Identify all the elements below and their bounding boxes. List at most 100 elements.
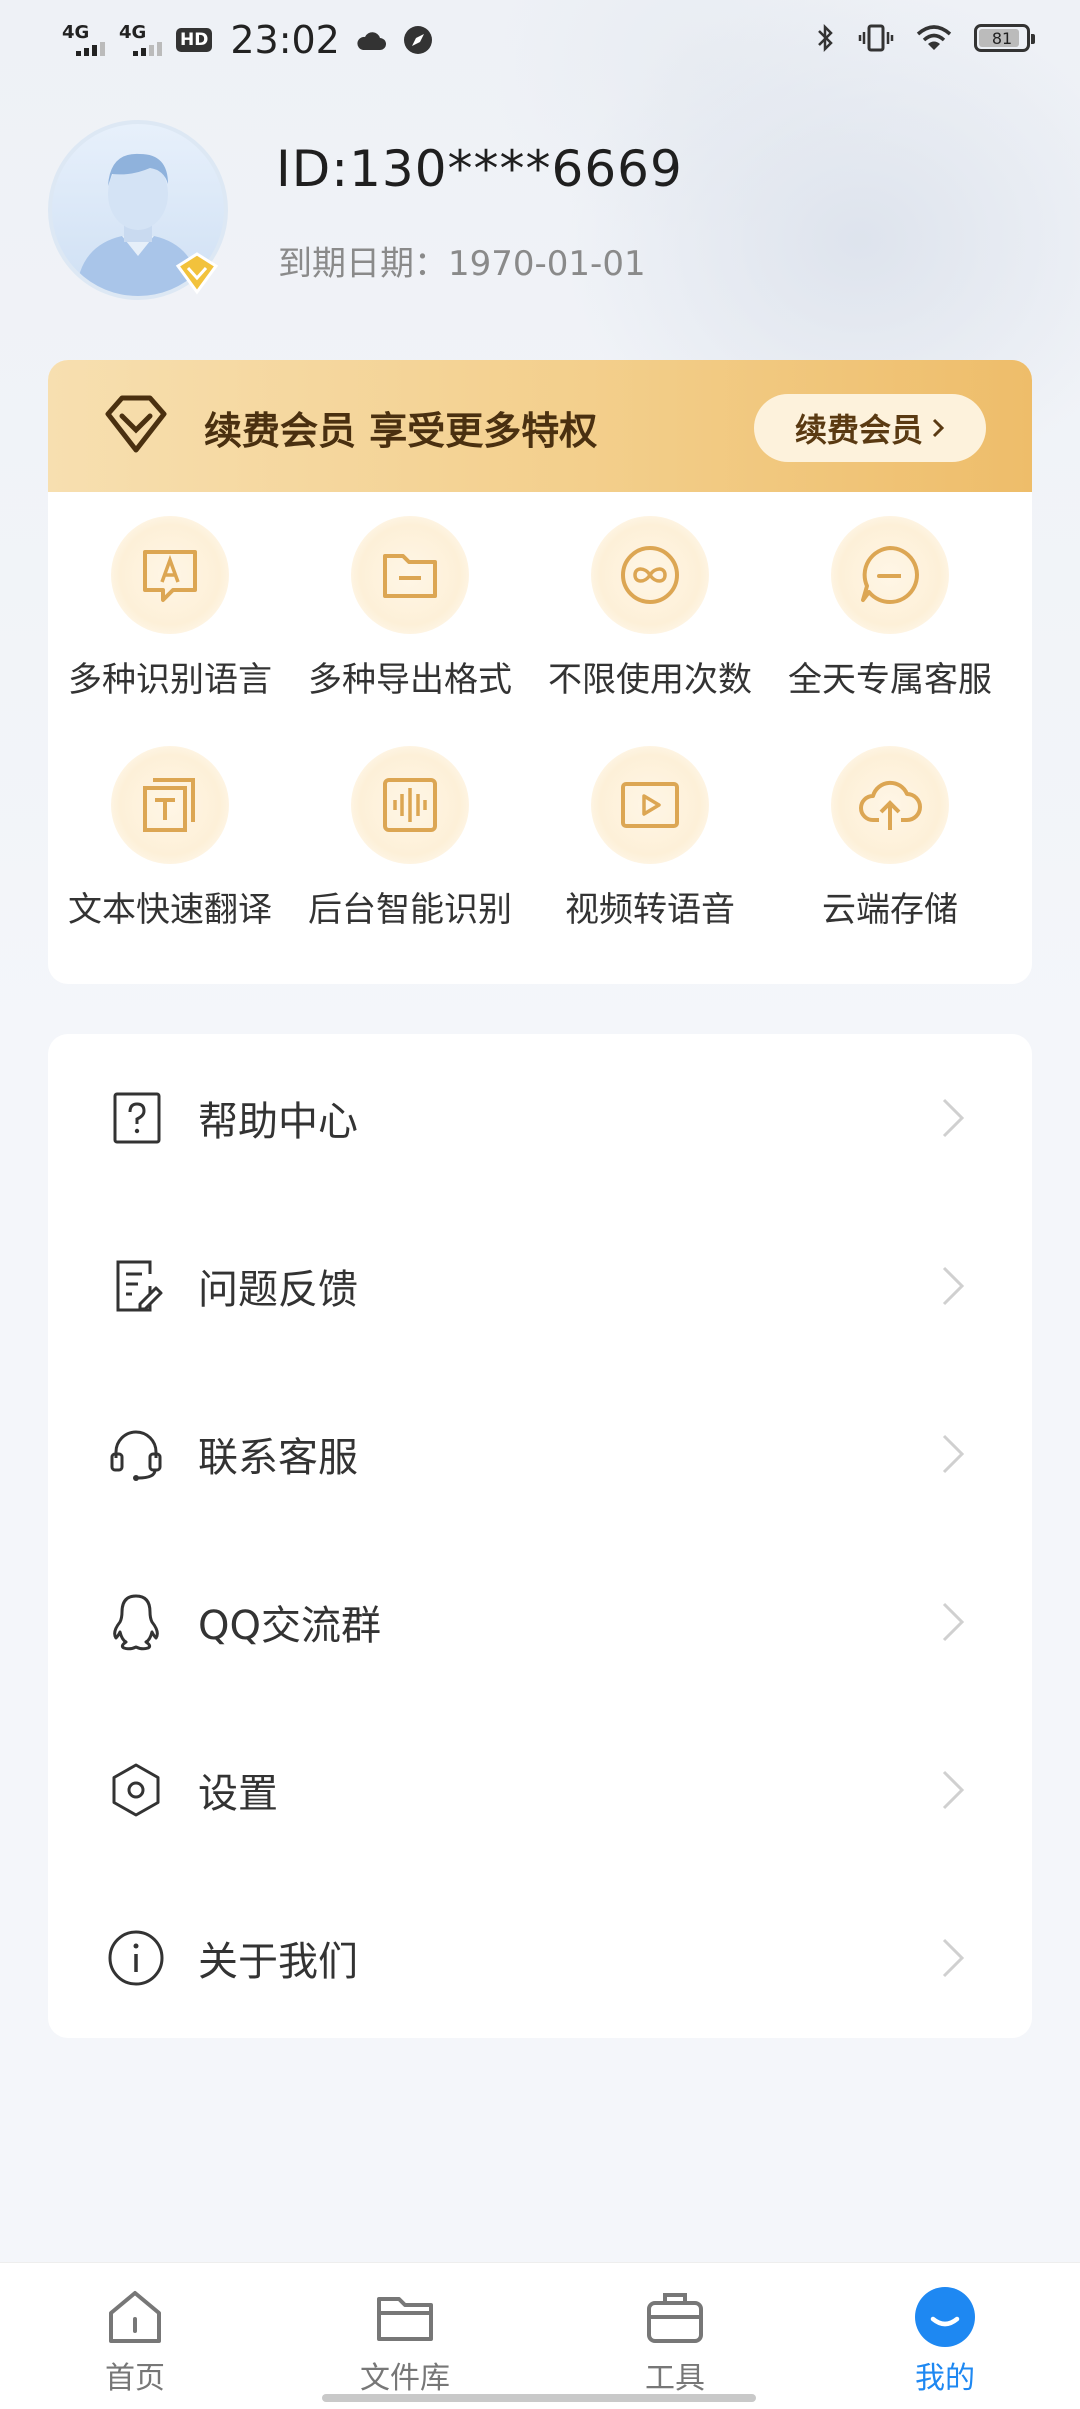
chevron-right-icon <box>942 1770 965 1810</box>
feature-icon-bg <box>111 516 229 634</box>
folder-icon <box>383 554 437 598</box>
network-label: 4G <box>62 22 90 43</box>
translate-icon <box>143 778 195 832</box>
feature-icon-bg <box>111 746 229 864</box>
chevron-right-icon <box>932 418 945 438</box>
infinity-icon <box>621 546 679 604</box>
battery-level: 81 <box>991 28 1013 48</box>
status-time: 23:02 <box>230 18 340 62</box>
chevron-right-icon <box>942 1266 965 1306</box>
feature-icon-bg <box>351 516 469 634</box>
weather-icon <box>357 32 386 50</box>
chevron-right-icon <box>942 1098 965 1138</box>
status-left: 4G 4G HD 23:02 <box>62 18 434 62</box>
settings-icon <box>112 1763 160 1817</box>
status-bar: 4G 4G HD 23:02 81 <box>0 0 1080 84</box>
compass-icon <box>403 26 432 54</box>
chevron-right-icon <box>942 1434 965 1474</box>
vip-banner-text: 续费会员 享受更多特权 <box>204 409 598 453</box>
signal-bars-icon <box>133 42 162 56</box>
signal-2: 4G <box>119 24 162 56</box>
signal-1: 4G <box>62 24 105 56</box>
chevron-right-icon <box>942 1938 965 1978</box>
tab-label: 工具 <box>645 2361 705 2396</box>
menu-label: 关于我们 <box>198 1939 358 1985</box>
tab-mine[interactable]: 我的 <box>810 2263 1080 2409</box>
bottom-tab-bar: 首页 文件库 工具 我的 <box>0 2262 1080 2409</box>
status-right: 81 <box>816 22 1035 54</box>
language-icon <box>143 550 197 602</box>
feature-label: 视频转语音 <box>565 890 735 930</box>
headset-icon <box>110 1430 162 1481</box>
home-icon <box>109 2291 161 2343</box>
menu-label: QQ交流群 <box>198 1603 381 1649</box>
menu-item-qq-group[interactable]: QQ交流群 <box>48 1538 1032 1706</box>
profile-icon <box>915 2287 975 2347</box>
feature-label: 后台智能识别 <box>308 890 512 930</box>
feature-label: 多种导出格式 <box>308 660 512 700</box>
signal-bars-icon <box>76 42 105 56</box>
feature-label: 云端存储 <box>822 890 958 930</box>
chevron-right-icon <box>942 1602 965 1642</box>
renew-vip-button[interactable]: 续费会员 <box>754 394 986 462</box>
home-indicator <box>322 2394 756 2402</box>
feature-item[interactable]: 多种识别语言 <box>50 492 290 702</box>
menu-label: 联系客服 <box>198 1435 358 1481</box>
feature-icon-bg <box>591 746 709 864</box>
cloud-upload-icon <box>859 780 922 830</box>
tab-file-library[interactable]: 文件库 <box>270 2263 540 2409</box>
help-icon <box>113 1092 161 1144</box>
qq-icon <box>113 1594 159 1651</box>
folder-icon <box>377 2297 433 2341</box>
feature-item[interactable]: 文本快速翻译 <box>50 722 290 932</box>
feature-item[interactable]: 不限使用次数 <box>530 492 770 702</box>
vibrate-icon <box>858 24 894 52</box>
tab-label: 我的 <box>915 2361 975 2396</box>
feature-label: 多种识别语言 <box>68 660 272 700</box>
feature-item[interactable]: 后台智能识别 <box>290 722 530 932</box>
chat-icon <box>861 546 919 604</box>
menu-label: 帮助中心 <box>198 1099 358 1145</box>
feature-label: 不限使用次数 <box>548 660 752 700</box>
feature-item[interactable]: 全天专属客服 <box>770 492 1010 702</box>
feedback-icon <box>116 1260 163 1312</box>
toolbox-icon <box>647 2293 703 2343</box>
tab-tools[interactable]: 工具 <box>540 2263 810 2409</box>
renew-button-label: 续费会员 <box>794 411 923 449</box>
diamond-icon <box>105 395 167 453</box>
tab-home[interactable]: 首页 <box>0 2263 270 2409</box>
battery-icon: 81 <box>974 24 1035 52</box>
feature-icon-bg <box>591 516 709 634</box>
vip-card: 续费会员 享受更多特权 续费会员 多种识别语言 多种导出格式 不限使用次数 全天… <box>48 360 1032 984</box>
feature-item[interactable]: 云端存储 <box>770 722 1010 932</box>
menu-item-settings[interactable]: 设置 <box>48 1706 1032 1874</box>
menu-label: 设置 <box>198 1771 278 1817</box>
menu-item-feedback[interactable]: 问题反馈 <box>48 1202 1032 1370</box>
menu-list: 帮助中心 问题反馈 联系客服 QQ交流群 设置 关于我们 <box>48 1034 1032 2038</box>
bluetooth-icon <box>818 23 833 53</box>
feature-label: 全天专属客服 <box>788 660 992 700</box>
vip-feature-grid: 多种识别语言 多种导出格式 不限使用次数 全天专属客服 文本快速翻译 后台智能识… <box>48 492 1032 984</box>
vip-banner: 续费会员 享受更多特权 续费会员 <box>48 360 1032 492</box>
tab-label: 文件库 <box>360 2361 450 2396</box>
hd-badge: HD <box>176 28 213 52</box>
menu-item-help[interactable]: 帮助中心 <box>48 1034 1032 1202</box>
feature-icon-bg <box>831 746 949 864</box>
feature-item[interactable]: 多种导出格式 <box>290 492 530 702</box>
profile-id: ID:130****6669 <box>276 140 683 198</box>
network-label: 4G <box>119 22 147 43</box>
video-icon <box>621 782 679 828</box>
menu-label: 问题反馈 <box>198 1267 358 1313</box>
feature-icon-bg <box>351 746 469 864</box>
menu-item-customer-service[interactable]: 联系客服 <box>48 1370 1032 1538</box>
tab-label: 首页 <box>105 2361 165 2396</box>
feature-item[interactable]: 视频转语音 <box>530 722 770 932</box>
feature-icon-bg <box>831 516 949 634</box>
menu-item-about[interactable]: 关于我们 <box>48 1874 1032 2042</box>
expiry-date: 到期日期：1970-01-01 <box>278 244 646 284</box>
vip-badge-icon <box>175 252 219 295</box>
wifi-icon <box>916 25 952 50</box>
waveform-icon <box>383 778 437 832</box>
info-icon <box>108 1930 164 1986</box>
feature-label: 文本快速翻译 <box>68 890 272 930</box>
